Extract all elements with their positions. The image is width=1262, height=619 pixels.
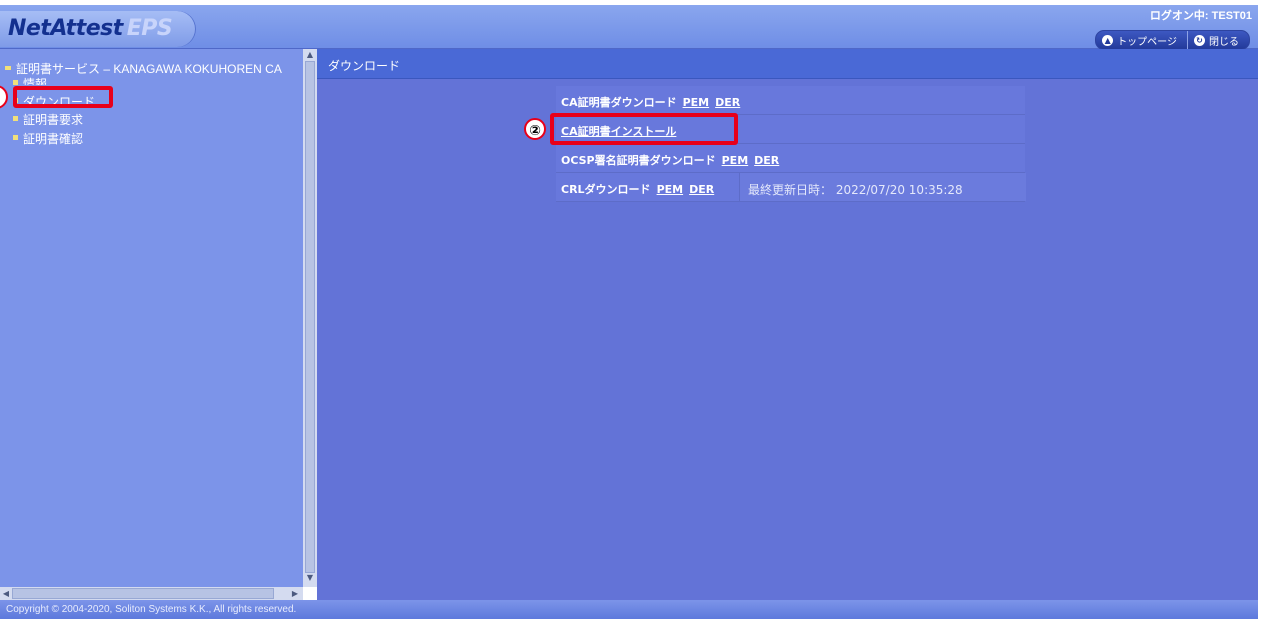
sidebar-item-info[interactable]: 情報 xyxy=(13,75,47,85)
header-button-group: ▲ トップページ ↻ 閉じる xyxy=(1095,30,1250,50)
ocsp-cert-download-label: OCSP署名証明書ダウンロード xyxy=(561,154,716,167)
ca-cert-der-link[interactable]: DER xyxy=(715,96,740,109)
tree-bullet-icon xyxy=(13,116,18,121)
copyright-text: Copyright © 2004-2020, Soliton Systems K… xyxy=(6,604,297,615)
netattest-logo: NetAttest EPS xyxy=(8,16,173,42)
sidebar-item-certificate-request[interactable]: 証明書要求 xyxy=(13,111,83,125)
close-button[interactable]: ↻ 閉じる xyxy=(1187,31,1249,49)
header-bar: NetAttest EPS ログオン中: TEST01 ▲ トップページ ↻ 閉じ… xyxy=(0,5,1258,50)
scroll-up-icon[interactable]: ▲ xyxy=(305,50,315,60)
scroll-right-icon[interactable]: ▶ xyxy=(290,588,300,599)
sidebar-item-label: 情報 xyxy=(23,77,48,85)
logo-sub-text: EPS xyxy=(126,16,173,41)
page-title: ダウンロード xyxy=(328,59,401,73)
close-icon: ↻ xyxy=(1194,34,1205,46)
sidebar-item-certificate-check[interactable]: 証明書確認 xyxy=(13,130,83,147)
row-cell: OCSP署名証明書ダウンロード PEM DER xyxy=(561,152,779,168)
scroll-left-icon[interactable]: ◀ xyxy=(1,588,11,599)
logon-status: ログオン中: TEST01 xyxy=(1149,10,1252,22)
sidebar-horizontal-scrollbar[interactable]: ◀ ▶ xyxy=(0,587,303,600)
top-page-label: トップページ xyxy=(1117,36,1177,48)
tree-collapse-icon xyxy=(5,65,11,70)
main-content: ダウンロード CA証明書ダウンロード PEM DER CA証明書インストール OCS… xyxy=(317,49,1258,600)
scrollbar-thumb[interactable] xyxy=(12,588,274,599)
sidebar: 証明書サービス – KANAGAWA KOKUHOREN CA 情報 ダウンロー… xyxy=(0,49,303,587)
table-row: CA証明書ダウンロード PEM DER xyxy=(556,86,1025,115)
annotation-highlight-ca-install xyxy=(550,113,738,145)
close-label: 閉じる xyxy=(1209,36,1239,48)
main-title-bar: ダウンロード xyxy=(317,49,1258,79)
table-row: OCSP署名証明書ダウンロード PEM DER xyxy=(556,144,1025,173)
tree-root-label: 証明書サービス – KANAGAWA KOKUHOREN CA xyxy=(16,62,282,76)
annotation-callout-2: ② xyxy=(524,118,546,140)
crl-pem-link[interactable]: PEM xyxy=(657,183,684,196)
annotation-highlight-download xyxy=(13,86,113,108)
tree-bullet-icon xyxy=(13,135,18,140)
ca-cert-download-label: CA証明書ダウンロード xyxy=(561,96,677,109)
row-cell: CA証明書ダウンロード PEM DER xyxy=(561,94,740,110)
scrollbar-thumb[interactable] xyxy=(305,61,315,573)
ocsp-der-link[interactable]: DER xyxy=(754,154,779,167)
top-page-button[interactable]: ▲ トップページ xyxy=(1096,31,1187,49)
sidebar-item-label: 証明書要求 xyxy=(23,113,84,125)
logo-tab: NetAttest EPS xyxy=(0,11,196,47)
ca-cert-pem-link[interactable]: PEM xyxy=(683,96,710,109)
logo-main-text: NetAttest xyxy=(8,16,123,41)
ocsp-pem-link[interactable]: PEM xyxy=(722,154,749,167)
app-window: NetAttest EPS ログオン中: TEST01 ▲ トップページ ↻ 閉じ… xyxy=(0,0,1262,619)
crl-der-link[interactable]: DER xyxy=(689,183,714,196)
crl-last-updated: 最終更新日時： 2022/07/20 10:35:28 xyxy=(748,183,963,197)
row-cell: CRLダウンロード PEM DER xyxy=(561,181,714,197)
sidebar-vertical-scrollbar[interactable]: ▲ ▼ xyxy=(303,49,317,587)
sidebar-item-label: 証明書確認 xyxy=(23,132,84,146)
footer-bar: Copyright © 2004-2020, Soliton Systems K… xyxy=(0,600,1258,619)
scroll-down-icon[interactable]: ▼ xyxy=(305,573,315,583)
crl-last-updated-cell: 最終更新日時： 2022/07/20 10:35:28 xyxy=(739,173,1026,201)
crl-download-label: CRLダウンロード xyxy=(561,183,651,196)
tree-bullet-icon xyxy=(13,80,18,85)
up-arrow-icon: ▲ xyxy=(1102,34,1114,46)
table-row: CRLダウンロード PEM DER 最終更新日時： 2022/07/20 10:35… xyxy=(556,173,1026,202)
